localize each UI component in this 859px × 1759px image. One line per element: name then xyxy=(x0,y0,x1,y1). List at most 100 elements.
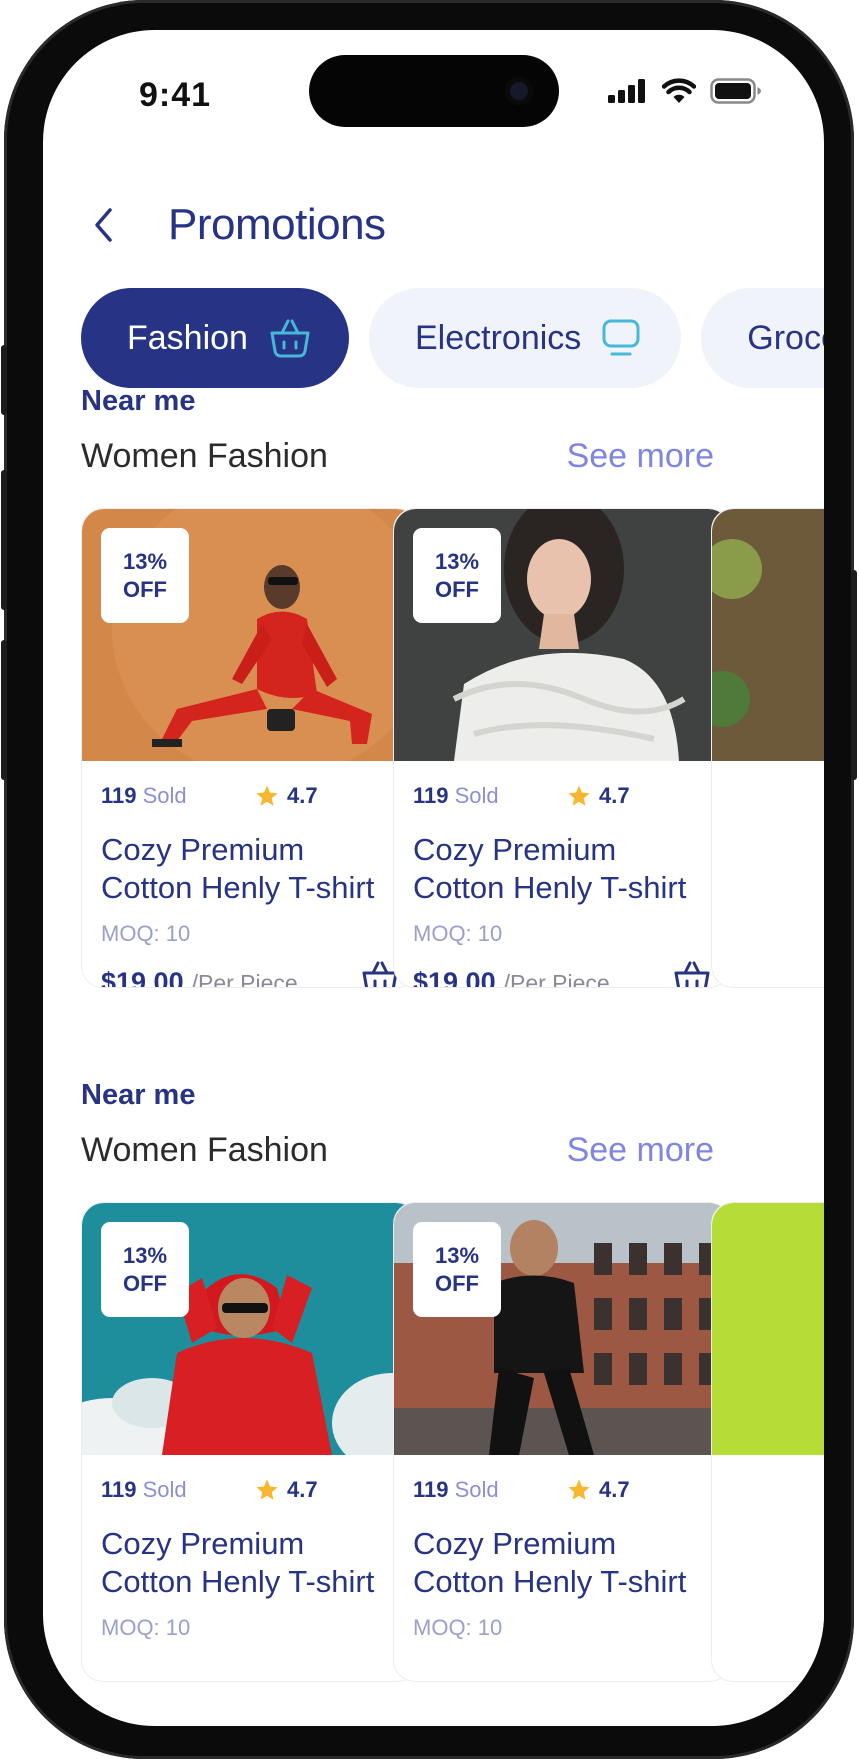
star-icon xyxy=(256,1479,278,1500)
product-card[interactable]: 13% OFF 119 Sold 4.7 Cozy Premium Cotton… xyxy=(81,1202,419,1682)
category-label: Grocery xyxy=(747,318,824,357)
action-button xyxy=(1,345,7,415)
product-image xyxy=(712,1203,824,1455)
rating: 4.7 xyxy=(567,1477,630,1503)
product-meta: 119 Sold 4.7 xyxy=(413,1477,711,1503)
back-button[interactable] xyxy=(83,200,123,250)
product-moq: MOQ: 10 xyxy=(413,1615,503,1640)
price-unit: /Per Piece xyxy=(191,970,298,988)
volume-down-button xyxy=(1,640,7,780)
product-moq: MOQ: 10 xyxy=(101,921,191,946)
category-chip-grocery[interactable]: Grocery xyxy=(701,288,824,388)
camera-icon xyxy=(505,77,533,105)
section-title: Women Fashion xyxy=(81,437,328,475)
product-meta: 119 Sold 4.7 xyxy=(413,783,711,809)
price-unit: /Per Piece xyxy=(503,970,610,988)
product-name-line: Cotton Henly T-shirt xyxy=(413,1564,687,1599)
sold-label: Sold xyxy=(142,1477,187,1502)
cellular-signal-icon xyxy=(608,79,645,103)
star-icon xyxy=(568,785,590,806)
product-name: Cozy Premium Cotton Henly T-shirt xyxy=(413,1525,720,1601)
monitor-icon xyxy=(602,319,640,356)
product-name-line: Cotton Henly T-shirt xyxy=(101,1564,375,1599)
product-name-line: Cotton Henly T-shirt xyxy=(101,870,375,905)
basket-icon xyxy=(270,319,310,358)
product-card[interactable] xyxy=(711,1202,824,1682)
product-card[interactable]: 13% OFF 119 Sold 4.7 Cozy Premium Cotton… xyxy=(393,1202,731,1682)
product-name: Cozy Premium Cotton Henly T-shirt xyxy=(101,831,408,907)
rating-value: 4.7 xyxy=(599,1477,630,1502)
price-row: $19.00 /Per Piece xyxy=(101,961,399,988)
category-chips: Fashion Electronics Grocery xyxy=(81,288,824,388)
basket-icon xyxy=(674,961,710,987)
discount-badge: 13% OFF xyxy=(413,528,501,623)
wifi-icon xyxy=(662,78,696,103)
status-bar: 9:41 xyxy=(43,30,824,160)
product-meta: 119 Sold 4.7 xyxy=(101,783,399,809)
see-more-link[interactable]: See more xyxy=(567,437,714,476)
add-to-cart-button[interactable] xyxy=(673,961,711,987)
star-icon xyxy=(256,785,278,806)
product-name-line: Cotton Henly T-shirt xyxy=(413,870,687,905)
rating: 4.7 xyxy=(567,783,630,809)
discount-percent: 13% xyxy=(122,548,168,574)
discount-badge: 13% OFF xyxy=(101,528,189,623)
category-chip-fashion[interactable]: Fashion xyxy=(81,288,349,388)
section-tag: Near me xyxy=(81,1079,196,1111)
product-moq: MOQ: 10 xyxy=(101,1615,191,1640)
discount-percent: 13% xyxy=(122,1242,168,1268)
rating-value: 4.7 xyxy=(599,783,630,808)
promotions-page: 9:41 Promotions Fashion Electronics Groc… xyxy=(43,30,824,1726)
rating-value: 4.7 xyxy=(287,783,318,808)
page-header: Promotions xyxy=(83,190,386,260)
sold-count: 119 xyxy=(101,783,137,808)
discount-off: OFF xyxy=(123,576,167,602)
rating-value: 4.7 xyxy=(287,1477,318,1502)
sold-label: Sold xyxy=(454,1477,499,1502)
product-image: 13% OFF xyxy=(394,509,730,761)
discount-off: OFF xyxy=(435,576,479,602)
sold-count: 119 xyxy=(413,1477,449,1502)
discount-off: OFF xyxy=(123,1270,167,1296)
power-button xyxy=(851,570,857,780)
page-title: Promotions xyxy=(168,200,386,249)
category-chip-electronics[interactable]: Electronics xyxy=(369,288,682,388)
product-price: $19.00 xyxy=(413,967,496,988)
product-image: 13% OFF xyxy=(394,1203,730,1455)
sold-label: Sold xyxy=(142,783,187,808)
product-name-line: Cozy Premium xyxy=(413,1526,617,1561)
discount-percent: 13% xyxy=(434,1242,480,1268)
discount-percent: 13% xyxy=(434,548,480,574)
section-tag: Near me xyxy=(81,385,196,417)
discount-badge: 13% OFF xyxy=(101,1222,189,1317)
sold-count: 119 xyxy=(101,1477,137,1502)
product-price: $19.00 xyxy=(101,967,184,988)
status-time: 9:41 xyxy=(139,76,212,114)
see-more-link[interactable]: See more xyxy=(567,1131,714,1170)
sold-label: Sold xyxy=(454,783,499,808)
product-name: Cozy Premium Cotton Henly T-shirt xyxy=(101,1525,408,1601)
star-icon xyxy=(568,1479,590,1500)
phone-frame: 9:41 Promotions Fashion Electronics Groc… xyxy=(1,0,857,1759)
category-label: Fashion xyxy=(127,318,248,357)
product-image xyxy=(712,509,824,761)
product-image: 13% OFF xyxy=(82,1203,418,1455)
price-row: $19.00 /Per Piece xyxy=(413,961,711,988)
status-icons xyxy=(608,78,762,104)
sold-count: 119 xyxy=(413,783,449,808)
product-name-line: Cozy Premium xyxy=(101,1526,305,1561)
volume-up-button xyxy=(1,470,7,610)
chevron-left-icon xyxy=(95,208,112,242)
battery-icon xyxy=(710,78,761,104)
product-card[interactable]: 13% OFF 119 Sold 4.7 Cozy Premium Cotton… xyxy=(81,508,419,988)
discount-off: OFF xyxy=(435,1270,479,1296)
section-title: Women Fashion xyxy=(81,1131,328,1169)
screen: 9:41 Promotions Fashion Electronics Groc… xyxy=(43,30,824,1726)
category-label: Electronics xyxy=(415,318,582,357)
rating: 4.7 xyxy=(255,1477,318,1503)
product-name: Cozy Premium Cotton Henly T-shirt xyxy=(413,831,720,907)
product-card[interactable]: 13% OFF 119 Sold 4.7 Cozy Premium Cotton… xyxy=(393,508,731,988)
dynamic-island xyxy=(309,55,559,127)
product-card[interactable] xyxy=(711,508,824,988)
discount-badge: 13% OFF xyxy=(413,1222,501,1317)
